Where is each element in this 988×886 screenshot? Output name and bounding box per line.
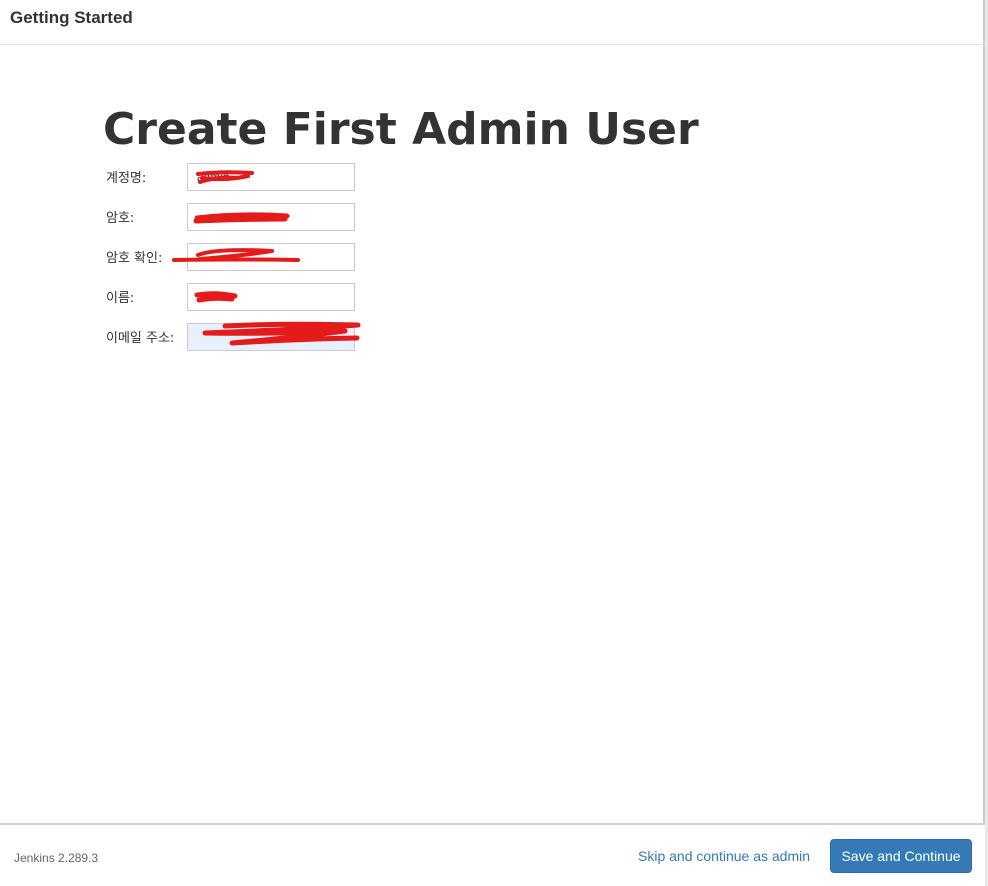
password-input[interactable] xyxy=(187,203,355,231)
save-and-continue-button[interactable]: Save and Continue xyxy=(830,839,972,873)
header-title: Getting Started xyxy=(10,8,133,27)
dialog-header: Getting Started xyxy=(0,0,985,45)
email-input[interactable] xyxy=(187,323,355,351)
setup-wizard-dialog: Getting Started Create First Admin User … xyxy=(0,0,985,886)
dialog-footer: Jenkins 2.289.3 Skip and continue as adm… xyxy=(0,823,985,886)
username-label: 계정명: xyxy=(106,171,147,186)
username-input[interactable] xyxy=(187,163,355,191)
skip-continue-link[interactable]: Skip and continue as admin xyxy=(638,848,810,864)
password-confirm-input[interactable] xyxy=(187,243,355,271)
fullname-input[interactable] xyxy=(187,283,355,311)
email-label: 이메일 주소: xyxy=(106,331,175,346)
version-text: Jenkins 2.289.3 xyxy=(14,851,99,865)
fullname-label: 이름: xyxy=(106,291,135,306)
password-confirm-label: 암호 확인: xyxy=(106,251,163,266)
password-label: 암호: xyxy=(106,211,135,226)
page-title: Create First Admin User xyxy=(103,104,699,155)
